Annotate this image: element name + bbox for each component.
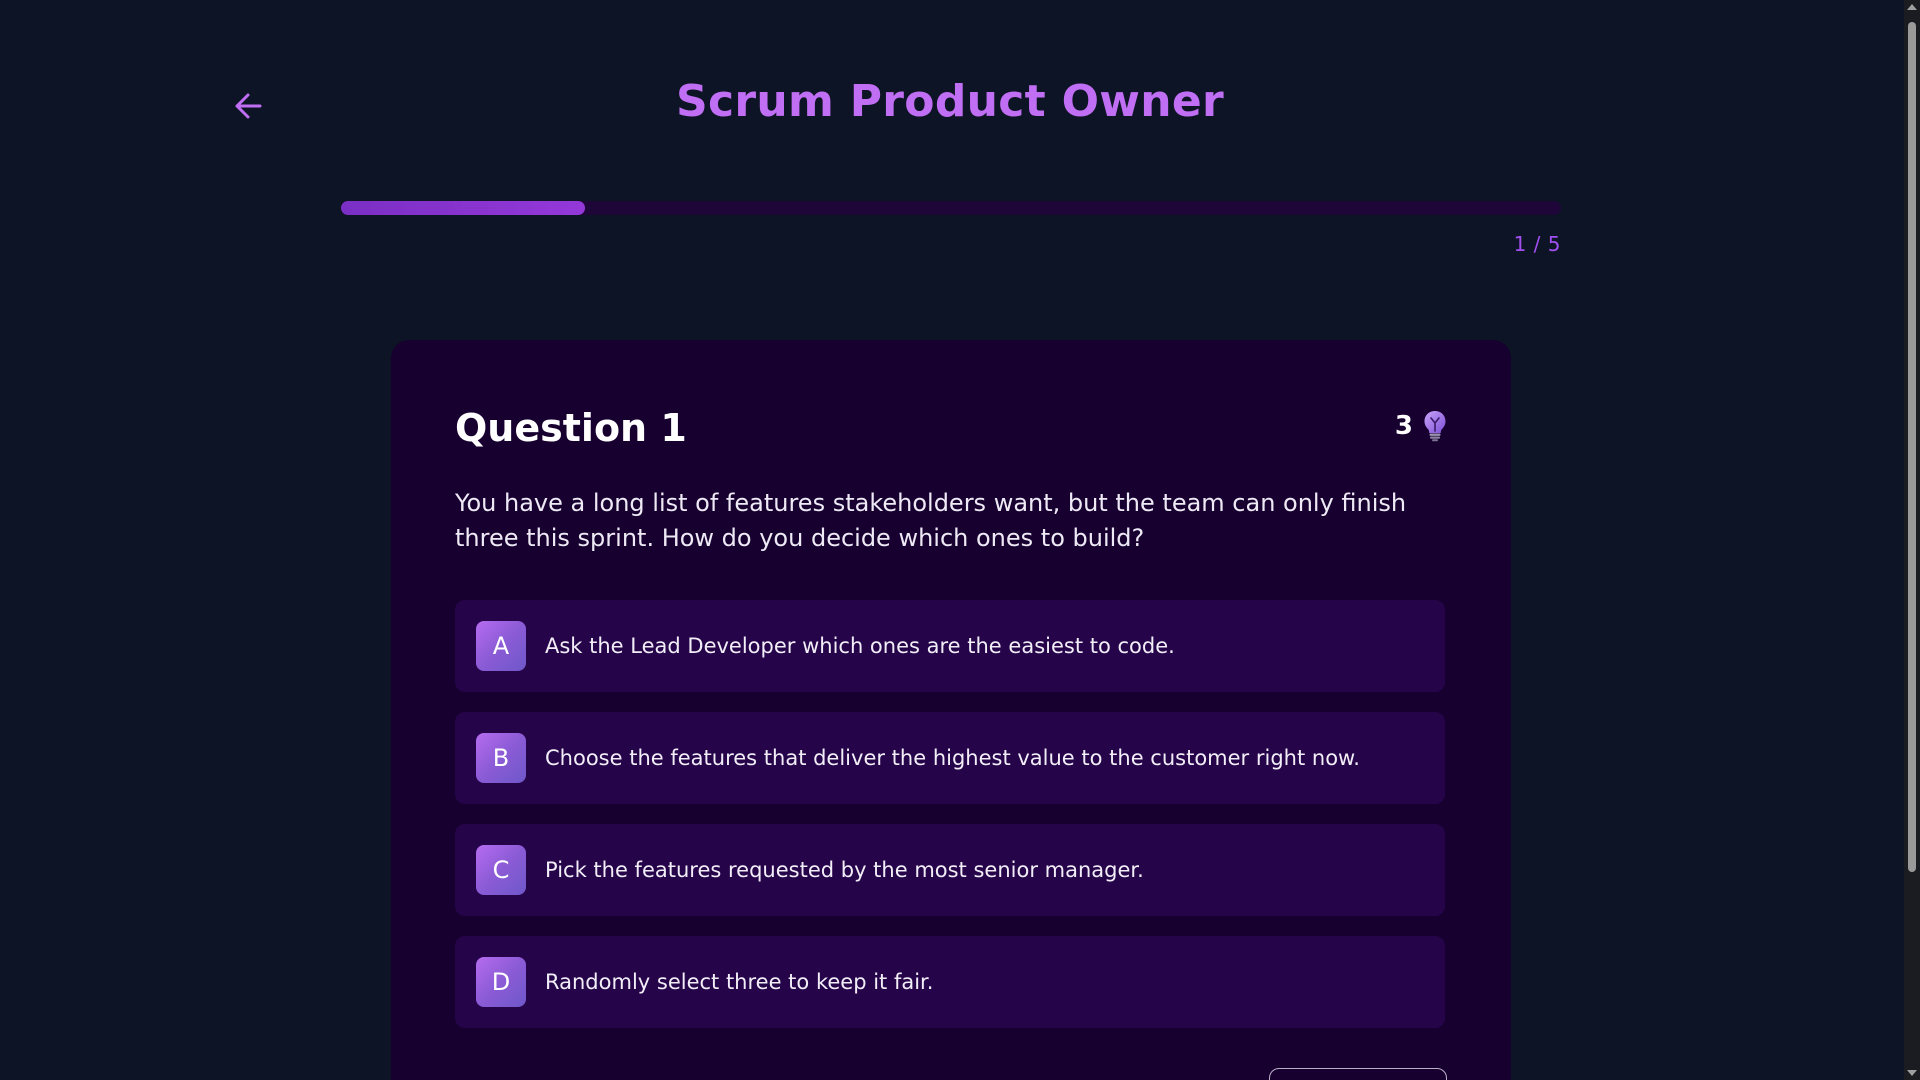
scroll-thumb[interactable] [1908,22,1916,872]
option-label: Pick the features requested by the most … [545,858,1144,882]
question-text: You have a long list of features stakeho… [455,489,1407,552]
hint-button[interactable]: 3 [1395,410,1447,442]
question-title: Question 1 [455,406,687,450]
option-letter-badge: A [476,621,526,671]
progress-bar [341,201,1561,215]
hint-count: 3 [1394,411,1413,441]
quiz-page: Scrum Product Owner 1 / 5 Question 1 3 Y… [0,0,1904,1080]
option-label: Ask the Lead Developer which ones are th… [545,634,1175,658]
progress-count: 1 / 5 [1513,232,1561,256]
scroll-up-arrow[interactable] [1907,4,1917,10]
option-letter-badge: D [476,957,526,1007]
question-card: Question 1 3 You have a long list of fea… [391,340,1511,1080]
page-title: Scrum Product Owner [675,76,1224,127]
option-letter-badge: C [476,845,526,895]
option-label: Choose the features that deliver the hig… [545,746,1360,770]
option-letter-badge: B [476,733,526,783]
option-b[interactable]: B Choose the features that deliver the h… [455,712,1445,804]
option-d[interactable]: D Randomly select three to keep it fair. [455,936,1445,1028]
option-label: Randomly select three to keep it fair. [545,970,934,994]
next-button[interactable] [1269,1068,1447,1080]
option-a[interactable]: A Ask the Lead Developer which ones are … [455,600,1445,692]
progress-bar-fill [341,201,585,215]
scroll-down-arrow[interactable] [1907,1070,1917,1076]
option-c[interactable]: C Pick the features requested by the mos… [455,824,1445,916]
vertical-scrollbar[interactable] [1904,0,1920,1080]
lightbulb-icon [1424,411,1446,442]
